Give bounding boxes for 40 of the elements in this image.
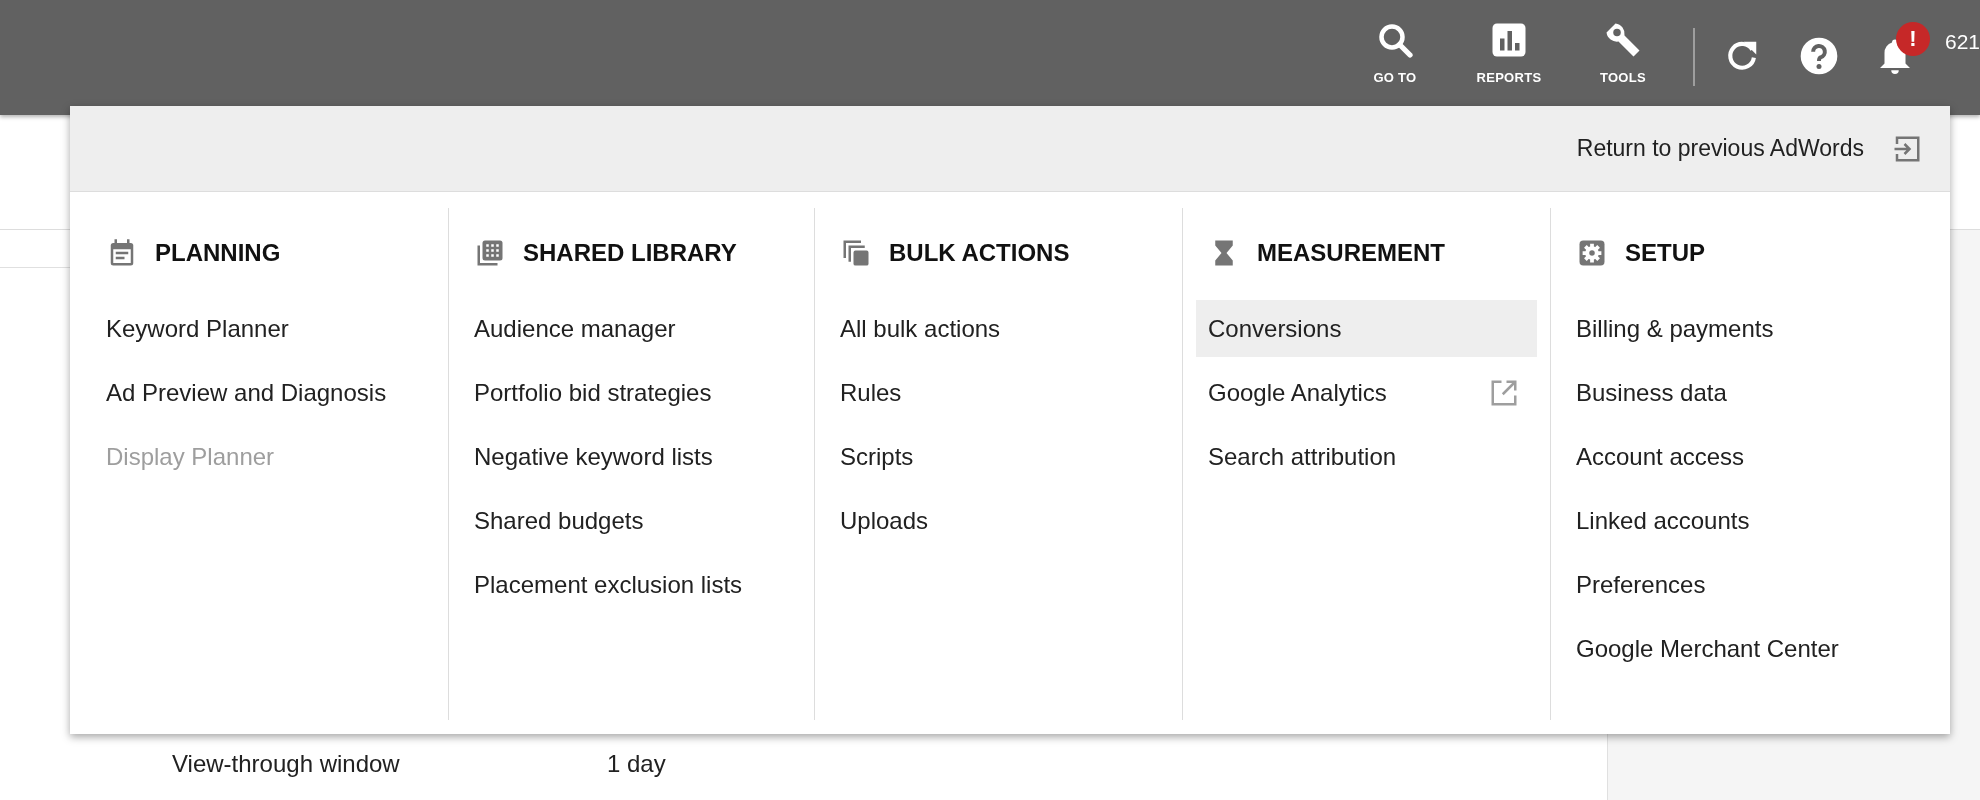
menu-item[interactable]: Uploads — [828, 492, 1169, 549]
menu-item[interactable]: Linked accounts — [1564, 492, 1937, 549]
bar-chart-icon — [1490, 22, 1527, 58]
search-icon — [1376, 22, 1413, 58]
menu-item[interactable]: All bulk actions — [828, 300, 1169, 357]
gear-icon — [1577, 238, 1607, 268]
menu-item[interactable]: Search attribution — [1196, 428, 1537, 485]
section-heading: SHARED LIBRARY — [523, 239, 737, 267]
menu-item[interactable]: Scripts — [828, 428, 1169, 485]
section-heading: MEASUREMENT — [1257, 239, 1445, 267]
menu-item[interactable]: Portfolio bid strategies — [462, 364, 801, 421]
setting-value: 1 day — [607, 750, 666, 778]
menu-item[interactable]: Placement exclusion lists — [462, 556, 801, 613]
menu-item[interactable]: Rules — [828, 364, 1169, 421]
toolbar-button[interactable]: GO TO — [1354, 22, 1435, 85]
stacked-squares-icon — [841, 238, 871, 268]
menu-item[interactable]: Business data — [1564, 364, 1937, 421]
account-number: 621 — [1944, 30, 1980, 54]
wrench-icon — [1604, 22, 1641, 58]
section-heading: BULK ACTIONS — [889, 239, 1070, 267]
setting-label: View-through window — [172, 750, 401, 778]
menu-item[interactable]: Account access — [1564, 428, 1937, 485]
menu-item[interactable]: Ad Preview and Diagnosis — [94, 364, 435, 421]
section-heading: PLANNING — [155, 239, 281, 267]
return-link[interactable]: Return to previous AdWords — [1576, 135, 1864, 162]
menu-item[interactable]: Shared budgets — [462, 492, 801, 549]
help-icon[interactable] — [1798, 36, 1839, 76]
menu-item[interactable]: Negative keyword lists — [462, 428, 801, 485]
menu-item[interactable]: Audience manager — [462, 300, 801, 357]
menu-item[interactable]: Google Analytics — [1196, 364, 1537, 421]
toolbar-button[interactable]: REPORTS — [1468, 22, 1549, 85]
menu-item[interactable]: Billing & payments — [1564, 300, 1937, 357]
menu-item[interactable]: Keyword Planner — [94, 300, 435, 357]
menu-item[interactable]: Google Merchant Center — [1564, 620, 1937, 677]
menu-item[interactable]: Conversions — [1196, 300, 1537, 357]
notification-badge: ! — [1895, 22, 1930, 56]
grid-library-icon — [475, 238, 505, 268]
toolbar-button[interactable]: TOOLS — [1582, 22, 1663, 85]
section-heading: SETUP — [1625, 239, 1705, 267]
menu-item[interactable]: Preferences — [1564, 556, 1937, 613]
